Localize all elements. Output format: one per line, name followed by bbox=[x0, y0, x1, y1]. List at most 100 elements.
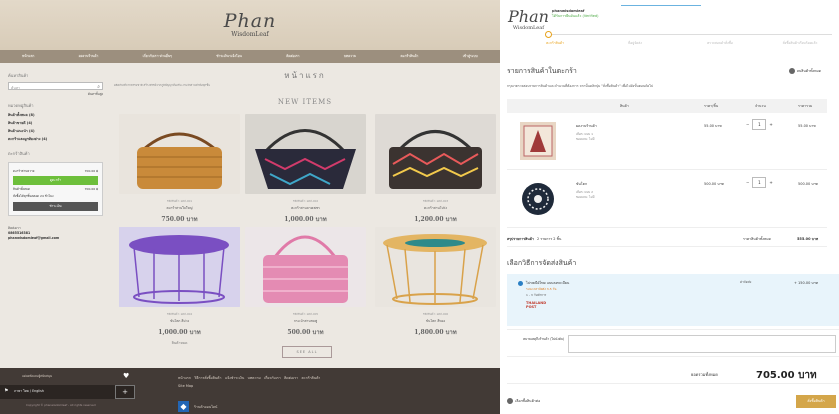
product-card[interactable]: รหัสสินค้า: ผลส-004 ขันโตก สีม่วง 1,000.… bbox=[119, 227, 240, 346]
logo-text: Phan bbox=[508, 7, 549, 26]
product-name[interactable]: ขันโตก สีม่วง bbox=[119, 319, 240, 324]
site-logo[interactable]: Phan WisdomLeaf bbox=[223, 10, 277, 39]
product-name[interactable]: ตะกร้าสานโปร่ง bbox=[375, 206, 496, 211]
shipping-fee: + 150.00 บาท bbox=[794, 281, 818, 285]
product-image[interactable] bbox=[245, 227, 366, 307]
product-image[interactable] bbox=[119, 227, 240, 307]
cart-item-row: ขันโตก เลือก: แบบ 2 ของแถม: ไม่มี 500.00 … bbox=[507, 171, 827, 228]
footer-link[interactable]: บทความ bbox=[248, 376, 261, 380]
cart-logo[interactable]: Phan WisdomLeaf bbox=[508, 7, 549, 32]
clear-cart-button[interactable]: ลบสินค้าทั้งหมด bbox=[788, 68, 821, 74]
product-card[interactable]: รหัสสินค้า: ผลส-006 ขันโตก สีทอง 1,800.0… bbox=[375, 227, 496, 337]
footer-link[interactable]: ติดต่อเรา bbox=[284, 376, 298, 380]
footer-link[interactable]: เกี่ยวกับเรา bbox=[264, 376, 281, 380]
note-section: หมายเหตุถึงร้านค้า (ไม่บังคับ) bbox=[507, 329, 839, 357]
item-name[interactable]: ขันโตก bbox=[576, 181, 587, 187]
quantity-stepper[interactable]: − 1 + bbox=[746, 119, 773, 130]
nav-payment[interactable]: ชำระเงิน-แจ้งโอน bbox=[216, 54, 242, 59]
view-cart-button[interactable]: ดูตะกร้า bbox=[13, 176, 98, 185]
product-image[interactable] bbox=[245, 114, 366, 194]
search-icon[interactable]: ⌕ bbox=[97, 84, 100, 90]
nav-about[interactable]: เกี่ยวกับเรา-ส่วนอื่นๆ bbox=[143, 54, 172, 59]
product-card[interactable]: รหัสสินค้า: ผลส-003 ตะกร้าสานโปร่ง 1,200… bbox=[375, 114, 496, 224]
logo-subtext: WisdomLeaf bbox=[512, 25, 545, 31]
page-title: หน้าแรก bbox=[284, 71, 326, 80]
category-link[interactable]: สินค้าขายดี (4) bbox=[8, 120, 103, 126]
nav-articles[interactable]: บทความ bbox=[344, 54, 356, 59]
mini-cart-value: 700.00 ฿ bbox=[84, 169, 98, 173]
product-name[interactable]: ขันโตก สีทอง bbox=[375, 319, 496, 324]
logo-subtext: WisdomLeaf bbox=[231, 31, 269, 38]
grand-total-value: 705.00 บาท bbox=[756, 370, 817, 381]
product-image[interactable] bbox=[375, 227, 496, 307]
note-textarea[interactable] bbox=[568, 335, 836, 353]
product-code: รหัสสินค้า: ผลส-003 bbox=[422, 199, 449, 203]
search-input[interactable]: ค้นหา ⌕ bbox=[8, 82, 103, 90]
product-card[interactable]: รหัสสินค้า: ผลส-001 ตะกร้าสานใบใหญ่ 750.… bbox=[119, 114, 240, 224]
product-name[interactable]: กระเป๋าสานชมพู bbox=[245, 319, 366, 324]
quantity-input[interactable]: 1 bbox=[752, 119, 767, 130]
category-link[interactable]: ตะกร้าและผูกท้องย่าง (4) bbox=[8, 136, 103, 142]
quantity-input[interactable]: 1 bbox=[752, 177, 767, 188]
product-name[interactable]: ตะกร้าสานลายเพชร bbox=[245, 206, 366, 211]
checkout-button[interactable]: ชำระเงิน bbox=[13, 202, 98, 211]
col-total: ราคารวม bbox=[798, 104, 813, 108]
see-all-button[interactable]: SEE ALL bbox=[282, 346, 332, 358]
product-price: 1,200.00 บาท bbox=[414, 216, 457, 223]
shop-homepage: Phan WisdomLeaf หน้าแรก ผลงานร้านค้า เกี… bbox=[0, 0, 500, 414]
shipping-option[interactable]: ไปรษณีย์ไทย แบบลงทะเบียน ระยะเวลาจัดส่ง … bbox=[507, 274, 839, 326]
decrement-button[interactable]: − bbox=[746, 122, 749, 127]
footer-link[interactable]: แจ้งชำระเงิน bbox=[225, 376, 244, 380]
top-accent-line bbox=[621, 5, 701, 6]
footer-left-text: แผ่นหลังและผู้สนับสนุน bbox=[22, 374, 52, 378]
footer-link[interactable]: หน้าแรก bbox=[178, 376, 191, 380]
product-price: 750.00 บาท bbox=[161, 216, 198, 223]
shipping-note: 1 - 3 วันทำการ bbox=[526, 293, 547, 297]
col-product: สินค้า bbox=[620, 104, 629, 108]
language-selector[interactable]: ภาษา ไทย / English bbox=[14, 389, 44, 394]
product-image[interactable] bbox=[375, 114, 496, 194]
checkout-next-button[interactable]: สั่งซื้อสินค้า bbox=[796, 395, 836, 408]
product-card[interactable]: รหัสสินค้า: ผลส-005 กระเป๋าสานชมพู 500.0… bbox=[245, 227, 366, 337]
nav-login[interactable]: เข้าสู่ระบบ bbox=[463, 54, 478, 59]
contact-email[interactable]: phanwisdomleaf@gmail.com bbox=[8, 236, 103, 241]
main-nav: หน้าแรก ผลงานร้านค้า เกี่ยวกับเรา-ส่วนอื… bbox=[0, 50, 500, 63]
store-badge-icon[interactable]: ◆ bbox=[178, 401, 189, 412]
radio-selected-icon[interactable] bbox=[518, 281, 523, 286]
product-name[interactable]: ตะกร้าสานใบใหญ่ bbox=[119, 206, 240, 211]
category-link[interactable]: สินค้าแนะนำ (4) bbox=[8, 128, 103, 134]
expand-button[interactable]: + bbox=[115, 385, 135, 399]
increment-button[interactable]: + bbox=[769, 180, 772, 185]
continue-shopping-button[interactable]: เลือกซื้อสินค้าต่อ bbox=[507, 398, 540, 404]
item-image[interactable] bbox=[520, 180, 556, 218]
item-unit-price: 55.00 บาท bbox=[704, 124, 722, 128]
grand-total-row: ยอดรวมทั้งหมด 705.00 บาท bbox=[507, 366, 839, 384]
nav-contact[interactable]: ติดต่อเรา bbox=[286, 54, 299, 59]
site-header: Phan WisdomLeaf bbox=[0, 0, 500, 50]
categories-heading: หมวดหมู่สินค้า bbox=[8, 103, 34, 108]
footer-link[interactable]: Site Map bbox=[178, 384, 193, 388]
nav-cart[interactable]: ตะกร้าสินค้า bbox=[401, 54, 419, 59]
footer-link[interactable]: ตะกร้าสินค้า bbox=[301, 376, 320, 380]
item-name[interactable]: ผลงานร้านค้า bbox=[576, 123, 597, 129]
logo-text: Phan bbox=[223, 10, 277, 32]
cart-summary: สรุปรายการสินค้า 2 รายการ 2 ชิ้น ราคาสิน… bbox=[507, 230, 827, 247]
product-image[interactable] bbox=[119, 114, 240, 194]
decrement-button[interactable]: − bbox=[746, 180, 749, 185]
nav-home[interactable]: หน้าแรก bbox=[22, 54, 34, 59]
item-total: 500.00 บาท bbox=[798, 182, 818, 186]
nav-products[interactable]: ผลงานร้านค้า bbox=[79, 54, 99, 59]
footer-link[interactable]: วิธีการสั่งซื้อสินค้า bbox=[194, 376, 221, 380]
item-image[interactable] bbox=[520, 122, 556, 160]
product-code: รหัสสินค้า: ผลส-004 bbox=[166, 312, 193, 316]
increment-button[interactable]: + bbox=[769, 122, 772, 127]
advanced-search-link[interactable]: ค้นหาขั้นสูง bbox=[8, 92, 103, 97]
product-card[interactable]: รหัสสินค้า: ผลส-002 ตะกร้าสานลายเพชร 1,0… bbox=[245, 114, 366, 224]
quantity-stepper[interactable]: − 1 + bbox=[746, 177, 773, 188]
subtotal-label: ราคาสินค้าทั้งหมด bbox=[743, 237, 771, 241]
item-total: 55.00 บาท bbox=[798, 124, 816, 128]
shop-info: phanwisdomleaf ได้รับการยืนยันแล้ว (Veri… bbox=[552, 9, 598, 19]
trash-icon bbox=[788, 68, 795, 74]
category-link[interactable]: สินค้าทั้งหมด (8) bbox=[8, 112, 103, 118]
summary-count: 2 รายการ 2 ชิ้น bbox=[537, 237, 562, 241]
